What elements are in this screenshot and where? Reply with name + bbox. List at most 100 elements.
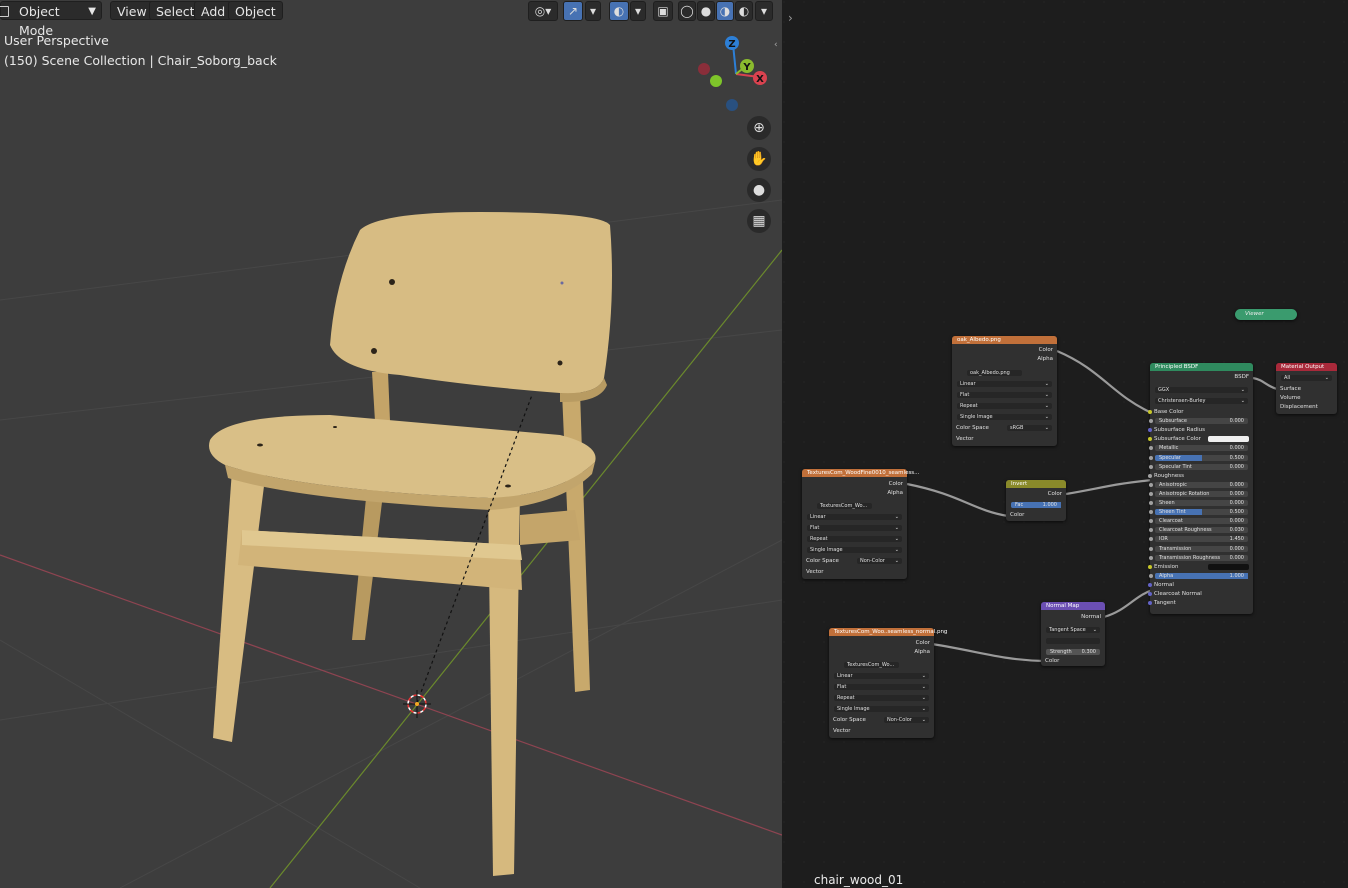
bsdf-input-clearcoat-roughness[interactable]: Clearcoat Roughness 0.030 (1149, 527, 1248, 534)
bsdf-input-transmission-roughness[interactable]: Transmission Roughness 0.000 (1149, 554, 1248, 561)
bsdf-input-label: Emission (1154, 563, 1179, 570)
gizmo-toggle-icon[interactable]: ↗ (563, 1, 583, 21)
xray-toggle-icon[interactable]: ▣ (653, 1, 673, 21)
input-socket-icon[interactable] (1149, 555, 1153, 560)
bsdf-input-metallic[interactable]: Metallic 0.000 (1149, 445, 1248, 452)
input-socket-icon[interactable] (1148, 564, 1152, 569)
chevron-down-icon[interactable]: ▾ (630, 1, 646, 21)
input-socket-icon[interactable] (1149, 455, 1153, 460)
bsdf-input-anisotropic[interactable]: Anisotropic 0.000 (1149, 481, 1248, 488)
ortho-grid-icon[interactable]: ▦ (747, 209, 771, 233)
interpolation-select[interactable]: Linear ⌄ (807, 514, 902, 520)
view-menu[interactable]: View (110, 1, 154, 20)
material-output-node[interactable]: Material Output All ⌄ Surface Volume Disp… (1276, 363, 1337, 414)
subsurface-color-swatch[interactable] (1208, 436, 1249, 443)
input-socket-icon[interactable] (1148, 428, 1152, 433)
source-select[interactable]: Single Image ⌄ (834, 706, 929, 712)
input-socket-icon[interactable] (1149, 446, 1153, 451)
input-socket-icon[interactable] (1149, 528, 1153, 533)
input-socket-icon[interactable] (1149, 491, 1153, 496)
wood-roughness-image-node[interactable]: TexturesCom_WoodFine0010_seamless... Col… (802, 469, 919, 579)
input-socket-icon[interactable] (1149, 510, 1153, 515)
input-socket-icon[interactable] (1149, 419, 1153, 424)
input-socket-icon[interactable] (1149, 501, 1153, 505)
space-select[interactable]: Tangent Space ⌄ (1046, 627, 1100, 633)
bsdf-input-anisotropic-rotation[interactable]: Anisotropic Rotation 0.000 (1149, 490, 1248, 497)
projection-select[interactable]: Flat ⌄ (834, 684, 929, 690)
source-select[interactable]: Single Image ⌄ (957, 414, 1052, 420)
projection-select[interactable]: Flat ⌄ (957, 392, 1052, 398)
image-selector[interactable]: TexturesCom_Wo... (817, 503, 872, 509)
input-socket-icon[interactable] (1149, 482, 1153, 487)
input-socket-icon[interactable] (1149, 464, 1153, 469)
fac-slider[interactable]: Fac 1.000 (1011, 502, 1061, 508)
extension-select[interactable]: Repeat ⌄ (834, 695, 929, 701)
zoom-icon[interactable]: ⊕ (747, 116, 771, 140)
bsdf-input-sheen-tint[interactable]: Sheen Tint 0.500 (1149, 509, 1248, 516)
image-selector[interactable]: TexturesCom_Wo... (844, 662, 899, 668)
interpolation-select[interactable]: Linear ⌄ (957, 381, 1052, 387)
wireframe-shading-icon[interactable]: ◯ (678, 1, 696, 21)
3d-cursor[interactable] (403, 690, 431, 718)
navigation-gizmo[interactable]: Z X Y (698, 36, 767, 111)
extension-select[interactable]: Repeat ⌄ (957, 403, 1052, 409)
interpolation-select[interactable]: Linear ⌄ (834, 673, 929, 679)
input-socket-icon[interactable] (1148, 582, 1152, 587)
camera-view-icon[interactable]: ● (747, 178, 771, 202)
bsdf-input-alpha[interactable]: Alpha 1.000 (1149, 572, 1248, 579)
uv-map-field[interactable] (1046, 638, 1100, 644)
bsdf-input-transmission[interactable]: Transmission 0.000 (1149, 545, 1248, 552)
input-socket-icon[interactable] (1149, 519, 1153, 524)
chevron-down-icon[interactable]: ▾ (755, 1, 773, 21)
input-socket-icon[interactable] (1148, 410, 1152, 414)
region-toggle-icon[interactable]: › (788, 11, 793, 25)
input-socket-icon[interactable] (1148, 592, 1152, 596)
viewport-scene[interactable]: Z X Y (0, 0, 782, 888)
overlays-toggle-icon[interactable]: ◐ (609, 1, 629, 21)
invert-node[interactable]: Invert Color Fac 1.000 Color (1006, 480, 1066, 521)
viewer-node[interactable]: Viewer (1235, 309, 1297, 320)
principled-bsdf-node[interactable]: Principled BSDF BSDF GGX ⌄ Christensen-Bu… (1148, 363, 1253, 614)
subsurface-method-select[interactable]: Christensen-Burley ⌄ (1155, 398, 1248, 404)
object-mode-dropdown[interactable]: Object Mode ▼ (0, 1, 102, 38)
solid-shading-icon[interactable]: ● (697, 1, 715, 21)
bsdf-input-specular-tint[interactable]: Specular Tint 0.000 (1149, 463, 1248, 470)
object-menu[interactable]: Object (228, 1, 283, 20)
bsdf-input-sheen[interactable]: Sheen 0.000 (1149, 500, 1248, 506)
input-socket-icon[interactable] (1149, 573, 1153, 578)
rendered-shading-icon[interactable]: ◐ (735, 1, 753, 21)
bsdf-input-clearcoat[interactable]: Clearcoat 0.000 (1149, 518, 1248, 525)
chair-model[interactable] (209, 212, 612, 876)
normal-image-node[interactable]: TexturesCom_Woo..seamless_normal.png Col… (829, 628, 947, 738)
input-socket-icon[interactable] (1148, 601, 1152, 606)
3d-viewport[interactable]: Z X Y Object Mode ▼ View Select Add Obje… (0, 0, 782, 888)
image-selector[interactable]: oak_Albedo.png (967, 370, 1022, 376)
add-menu[interactable]: Add (194, 1, 233, 20)
projection-select[interactable]: Flat ⌄ (807, 525, 902, 531)
input-socket-icon[interactable] (1148, 473, 1152, 478)
color-space-select[interactable]: Non-Color ⌄ (884, 717, 929, 723)
color-space-select[interactable]: sRGB ⌄ (1007, 425, 1052, 431)
extension-select[interactable]: Repeat ⌄ (807, 536, 902, 542)
color-space-select[interactable]: Non-Color ⌄ (857, 558, 902, 564)
input-socket-icon[interactable] (1149, 537, 1153, 542)
source-select[interactable]: Single Image ⌄ (807, 547, 902, 553)
bsdf-input-specular[interactable]: Specular 0.500 (1149, 454, 1248, 461)
target-select[interactable]: All ⌄ (1281, 375, 1332, 381)
distribution-select[interactable]: GGX ⌄ (1155, 387, 1248, 393)
sidebar-toggle-icon[interactable]: ‹ (774, 40, 778, 50)
chevron-down-icon[interactable]: ▾ (585, 1, 601, 21)
shader-node-editor[interactable]: › Viewer oak_Albedo.png Color Alpha oak_… (782, 0, 1348, 888)
bsdf-input-subsurface[interactable]: Subsurface 0.000 (1149, 418, 1248, 425)
strength-slider[interactable]: Strength 0.300 (1046, 649, 1100, 655)
pan-hand-icon[interactable]: ✋ (747, 147, 771, 171)
emission-color-swatch[interactable] (1208, 563, 1249, 570)
albedo-image-node[interactable]: oak_Albedo.png Color Alpha oak_Albedo.pn… (952, 336, 1057, 446)
input-socket-icon[interactable] (1149, 546, 1153, 551)
input-socket-icon[interactable] (1148, 437, 1152, 442)
normal-map-node[interactable]: Normal Map Normal Tangent Space ⌄ Strengt… (1041, 602, 1105, 666)
visibility-eye-icon[interactable]: ◎▾ (528, 1, 558, 21)
material-preview-shading-icon[interactable]: ◑ (716, 1, 734, 21)
bsdf-input-ior[interactable]: IOR 1.450 (1149, 536, 1248, 543)
output-alpha: Alpha (914, 649, 930, 655)
